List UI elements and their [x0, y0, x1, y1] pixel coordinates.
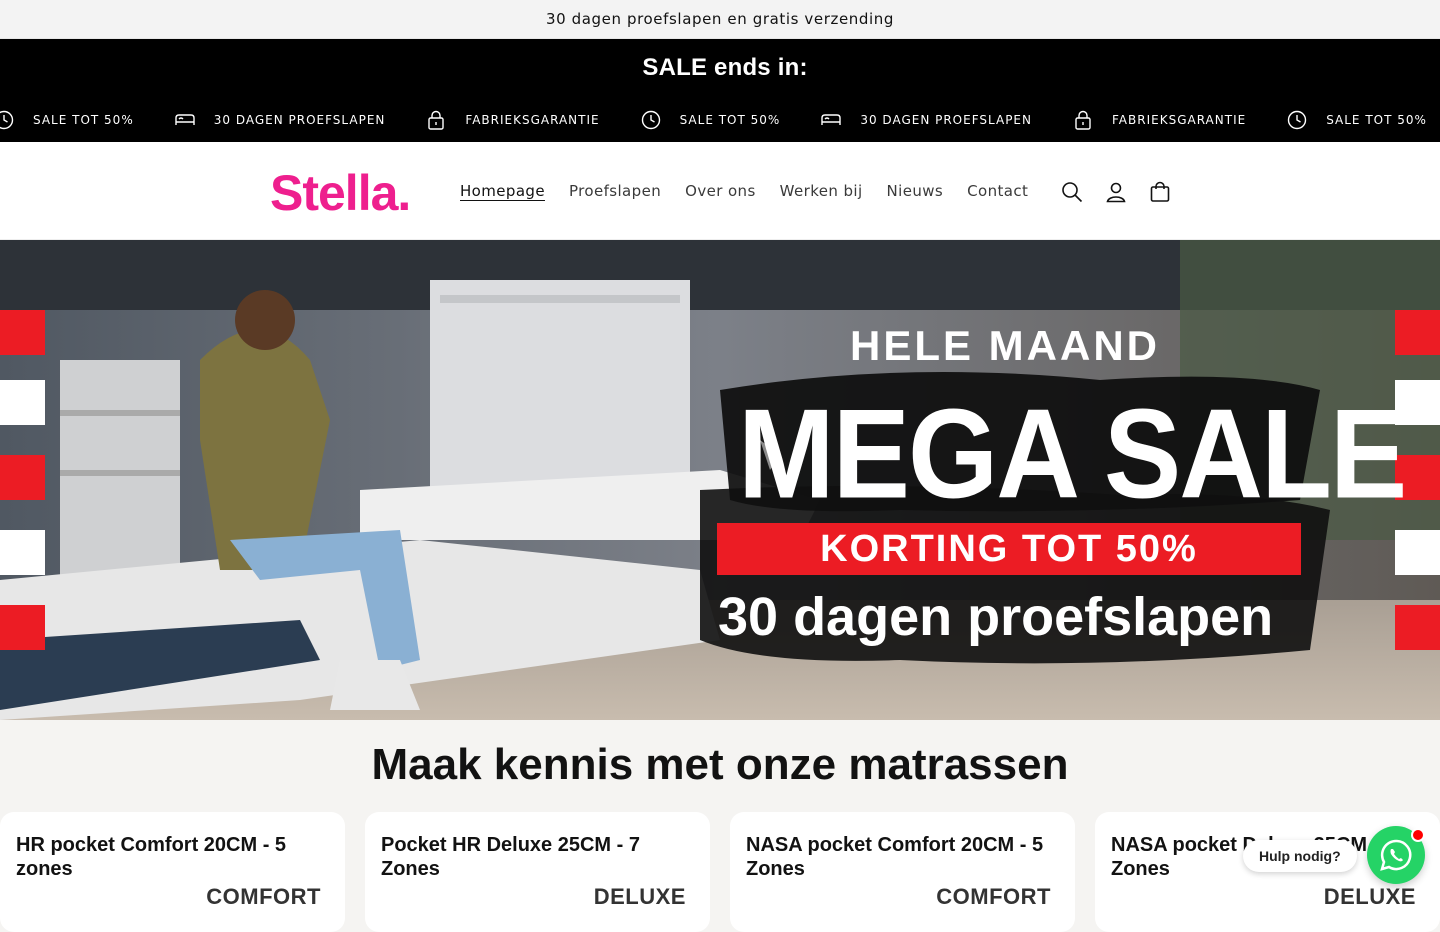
main-nav: Homepage Proefslapen Over ons Werken bij… — [448, 178, 1040, 204]
ticker-label: 30 DAGEN PROEFSLAPEN — [860, 113, 1032, 127]
product-badge: DELUXE — [593, 884, 686, 909]
ticker-label: 30 DAGEN PROEFSLAPEN — [213, 113, 386, 127]
nav-nieuws[interactable]: Nieuws — [875, 178, 956, 204]
ticker-item: SALE TOT 50% — [1286, 109, 1427, 131]
ticker-item: 30 DAGEN PROEFSLAPEN — [820, 109, 1032, 131]
product-card[interactable]: NASA pocket Comfort 20CM - 5 Zones COMFO… — [730, 812, 1075, 932]
hero-banner[interactable]: HELE MAAND MEGA SALE KORTING TOT 50% 30 … — [0, 240, 1440, 720]
notification-dot — [1411, 828, 1425, 842]
product-badge: DELUXE — [1323, 884, 1416, 909]
product-badge: COMFORT — [936, 884, 1051, 909]
ticker-item: FABRIEKSGARANTIE — [1072, 109, 1246, 131]
nav-contact[interactable]: Contact — [955, 178, 1040, 204]
lock-icon — [425, 109, 456, 131]
bed-icon — [820, 109, 851, 131]
clock-icon — [1286, 109, 1317, 131]
ticker-item: FABRIEKSGARANTIE — [425, 109, 599, 131]
product-title[interactable]: NASA pocket Comfort 20CM - 5 Zones — [746, 833, 1059, 881]
site-header: Stella. Homepage Proefslapen Over ons We… — [0, 142, 1440, 240]
bed-icon — [174, 109, 205, 131]
nav-homepage[interactable]: Homepage — [448, 178, 557, 204]
ticker-label: FABRIEKSGARANTIE — [1112, 113, 1247, 127]
help-bubble[interactable]: Hulp nodig? — [1243, 840, 1357, 872]
product-card[interactable]: Pocket HR Deluxe 25CM - 7 Zones DELUXE — [365, 812, 710, 932]
section-title: Maak kennis met onze matrassen — [371, 740, 1069, 789]
account-icon[interactable] — [1102, 178, 1130, 206]
clock-icon — [640, 109, 671, 131]
nav-over-ons[interactable]: Over ons — [673, 178, 768, 204]
product-title[interactable]: HR pocket Comfort 20CM - 5 zones — [16, 833, 329, 881]
ticker-item: 30 DAGEN PROEFSLAPEN — [174, 109, 386, 131]
nav-proefslapen[interactable]: Proefslapen — [557, 178, 673, 204]
ticker-item: SALE TOT 50% — [640, 109, 781, 131]
product-card[interactable]: HR pocket Comfort 20CM - 5 zones COMFORT — [0, 812, 345, 932]
product-title[interactable]: Pocket HR Deluxe 25CM - 7 Zones — [381, 833, 694, 881]
product-badge: COMFORT — [206, 884, 321, 909]
clock-icon — [0, 109, 24, 131]
ticker-label: SALE TOT 50% — [1326, 113, 1427, 127]
hero-photo — [0, 240, 1440, 720]
usp-ticker: SALE TOT 50% 30 DAGEN PROEFSLAPEN FABRIEKS… — [0, 97, 1440, 142]
announcement-text: 30 dagen proefslapen en gratis verzendin… — [545, 10, 895, 28]
stella-logo[interactable]: Stella. — [270, 164, 411, 222]
nav-werken-bij[interactable]: Werken bij — [768, 178, 875, 204]
ticker-label: FABRIEKSGARANTIE — [465, 113, 600, 127]
announcement-bar: 30 dagen proefslapen en gratis verzendin… — [0, 0, 1440, 39]
product-cards: HR pocket Comfort 20CM - 5 zones COMFORT… — [0, 812, 1440, 932]
cart-icon[interactable] — [1146, 178, 1174, 206]
search-icon[interactable] — [1058, 178, 1086, 206]
ticker-label: SALE TOT 50% — [33, 113, 134, 127]
countdown-label: SALE ends in: — [642, 54, 808, 81]
sale-countdown-bar: SALE ends in: — [0, 39, 1440, 97]
ticker-label: SALE TOT 50% — [679, 113, 781, 127]
lock-icon — [1072, 109, 1103, 131]
ticker-item: SALE TOT 50% — [0, 109, 134, 131]
